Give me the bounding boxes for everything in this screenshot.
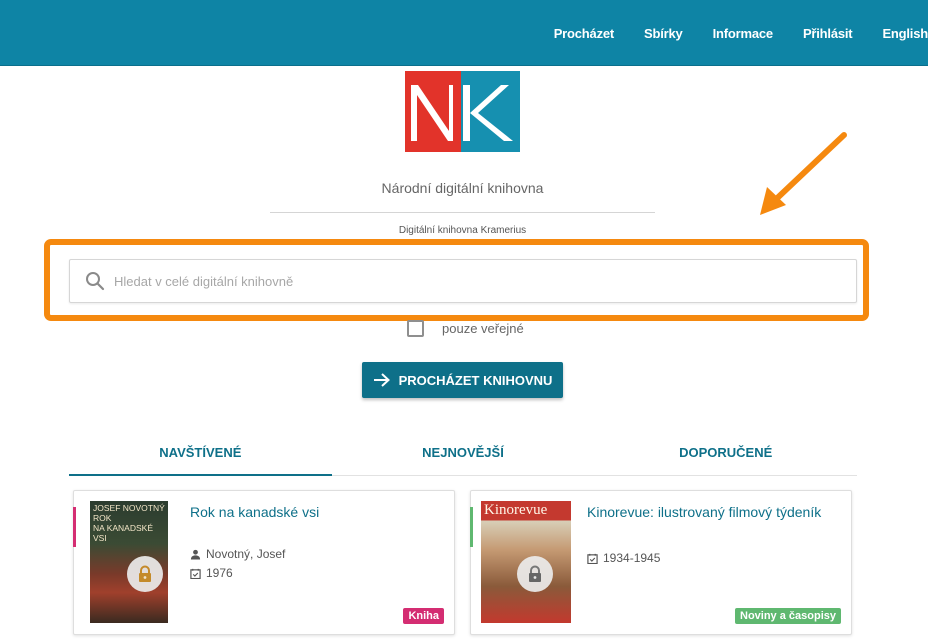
nk-logo[interactable] xyxy=(405,71,520,152)
browse-library-label: PROCHÁZET KNIHOVNU xyxy=(398,372,553,388)
logo-n-block xyxy=(405,71,461,152)
card-year-text: 1976 xyxy=(206,566,233,580)
doc-type-badge: Kniha xyxy=(403,608,444,624)
nav-language-link[interactable]: English xyxy=(882,26,928,41)
cover-title-text: Kinorevue xyxy=(484,502,548,518)
calendar-icon xyxy=(587,553,598,564)
tab-newest[interactable]: NEJNOVĚJŠÍ xyxy=(332,430,595,475)
card-year: 1976 xyxy=(190,566,233,580)
tab-recommended-label: DOPORUČENÉ xyxy=(679,445,773,460)
card-year: 1934-1945 xyxy=(587,551,660,565)
tab-bar: NAVŠTÍVENÉ NEJNOVĚJŠÍ DOPORUČENÉ xyxy=(69,430,857,476)
tab-newest-label: NEJNOVĚJŠÍ xyxy=(422,445,504,460)
card-title[interactable]: Kinorevue: ilustrovaný filmový týdeník xyxy=(587,504,821,520)
document-card[interactable]: JOSEF NOVOTNÝ ROK NA KANADSKÉ VSI Rok na ka… xyxy=(73,490,455,635)
arrow-right-icon xyxy=(373,373,390,387)
lock-icon xyxy=(517,556,553,592)
tab-visited-label: NAVŠTÍVENÉ xyxy=(159,445,242,460)
nav-browse-link[interactable]: Procházet xyxy=(554,26,615,41)
lock-icon xyxy=(127,556,163,592)
site-subtitle: Digitální knihovna Kramerius xyxy=(398,225,527,236)
highlight-annotation-arrow xyxy=(760,132,847,215)
doc-type-badge: Noviny a časopisy xyxy=(735,608,841,624)
search-input[interactable] xyxy=(114,273,814,289)
checkbox-square[interactable] xyxy=(407,320,424,337)
card-accent-bar xyxy=(470,507,473,547)
calendar-icon xyxy=(190,568,201,579)
card-accent-bar xyxy=(73,507,76,547)
search-box[interactable] xyxy=(69,259,857,303)
document-card[interactable]: Kinorevue Kinorevue: ilustrovaný filmový… xyxy=(470,490,852,635)
public-only-checkbox[interactable]: pouze veřejné xyxy=(407,320,524,337)
site-title: Národní digitální knihovna xyxy=(381,180,544,196)
card-year-text: 1934-1945 xyxy=(603,551,661,565)
title-divider xyxy=(270,212,655,213)
card-author-text: Novotný, Josef xyxy=(206,547,286,561)
tab-visited[interactable]: NAVŠTÍVENÉ xyxy=(69,430,332,476)
periodical-cover[interactable]: Kinorevue xyxy=(481,501,571,623)
nav-login-link[interactable]: Přihlásit xyxy=(803,26,853,41)
tab-recommended[interactable]: DOPORUČENÉ xyxy=(594,430,857,475)
public-only-label: pouze veřejné xyxy=(442,321,524,336)
person-icon xyxy=(190,549,201,560)
cover-title-text: JOSEF NOVOTNÝ ROK NA KANADSKÉ VSI xyxy=(93,503,165,543)
search-icon[interactable] xyxy=(85,271,105,291)
main-nav: Procházet Sbírky Informace Přihlásit Eng… xyxy=(554,0,928,66)
top-bar: Procházet Sbírky Informace Přihlásit Eng… xyxy=(0,0,928,66)
card-title[interactable]: Rok na kanadské vsi xyxy=(190,504,319,520)
browse-library-button[interactable]: PROCHÁZET KNIHOVNU xyxy=(362,362,563,398)
logo-k-block xyxy=(461,71,520,152)
card-author: Novotný, Josef xyxy=(190,547,285,561)
nav-information-link[interactable]: Informace xyxy=(713,26,774,41)
nav-collections-link[interactable]: Sbírky xyxy=(644,26,683,41)
book-cover[interactable]: JOSEF NOVOTNÝ ROK NA KANADSKÉ VSI xyxy=(90,501,168,623)
